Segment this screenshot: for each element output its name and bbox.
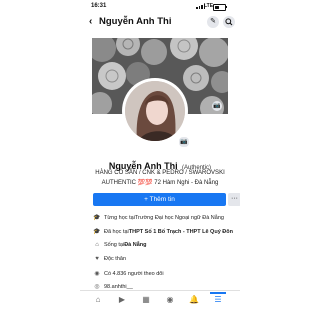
- add-story-button[interactable]: + Thêm tin: [93, 193, 226, 206]
- battery-level: [214, 5, 219, 10]
- detail-prefix: Sống tại: [104, 242, 125, 248]
- notifications-icon[interactable]: 🔔: [188, 294, 200, 306]
- avatar-camera-icon[interactable]: 📷: [178, 136, 190, 148]
- detail-value[interactable]: THPT Số 1 Bố Trạch - THPT Lê Quý Đôn: [129, 229, 233, 235]
- instagram-icon: ◎: [94, 284, 100, 290]
- profile-header: ‹ Nguyễn Anh Thi ✎: [80, 13, 240, 31]
- detail-item-instagram: ◎ 98.anhthi__: [92, 283, 133, 291]
- avatar[interactable]: [125, 81, 185, 141]
- battery-icon: [213, 4, 227, 11]
- graduation-cap-icon: 🎓: [93, 215, 101, 221]
- edit-icon[interactable]: ✎: [207, 16, 219, 28]
- detail-item-followers: ◉ Có 4.836 người theo dõi: [92, 270, 164, 278]
- home-icon: ⌂: [95, 242, 99, 248]
- video-icon[interactable]: ▶: [116, 294, 128, 306]
- marketplace-icon[interactable]: ▦: [140, 294, 152, 306]
- groups-icon[interactable]: ◉: [164, 294, 176, 306]
- back-icon[interactable]: ‹: [89, 16, 92, 28]
- tabbar-divider: [80, 290, 240, 291]
- bio-line-1: HÀNG CÓ SẴN / CNK & PEDRO / SWAROVSKI: [95, 170, 225, 176]
- active-tab-indicator: [210, 292, 226, 294]
- avatar-portrait-image: [125, 81, 185, 141]
- detail-item-education-2: 🎓 Đã học tại THPT Số 1 Bố Trạch - THPT L…: [92, 228, 233, 236]
- search-glyph: [225, 18, 233, 26]
- detail-value: Độc thân: [104, 256, 127, 262]
- detail-prefix[interactable]: 98.anhthi__: [104, 284, 133, 290]
- detail-prefix[interactable]: Có 4.836 người theo dõi: [104, 271, 164, 277]
- rss-icon: ◉: [94, 271, 100, 277]
- app-frame: 16:31 LTE ‹ Nguyễn Anh Thi ✎ 📷 📷 Nguyễn …: [0, 0, 320, 320]
- detail-value[interactable]: Trường Đại học Ngoại ngữ Đà Nẵng: [135, 215, 224, 221]
- detail-item-relationship: ♥ Độc thân: [92, 256, 126, 262]
- search-icon[interactable]: [223, 16, 235, 28]
- detail-item-education-1: 🎓 Từng học tại Trường Đại học Ngoại ngữ …: [92, 214, 224, 222]
- home-icon[interactable]: ⌂: [92, 294, 104, 306]
- more-options-button[interactable]: ···: [228, 193, 240, 206]
- heart-icon: ♥: [95, 256, 99, 262]
- detail-prefix: Từng học tại: [104, 214, 135, 221]
- phone-screen: 16:31 LTE ‹ Nguyễn Anh Thi ✎ 📷 📷 Nguyễn …: [80, 0, 240, 320]
- status-bar: 16:31 LTE: [80, 0, 240, 12]
- graduation-cap-icon: 🎓: [93, 229, 101, 235]
- status-time: 16:31: [91, 3, 107, 9]
- network-label: LTE: [204, 3, 214, 9]
- detail-prefix: Đã học tại: [104, 228, 129, 235]
- page-title: Nguyễn Anh Thi: [99, 16, 172, 27]
- bio-line-2: AUTHENTIC 💯💯 72 Hàm Nghi - Đà Nẵng: [101, 180, 219, 186]
- cover-camera-icon[interactable]: 📷: [212, 101, 222, 111]
- bottom-tab-bar: ⌂ ▶ ▦ ◉ 🔔 ☰: [80, 292, 240, 308]
- menu-icon[interactable]: ☰: [212, 294, 224, 306]
- detail-value[interactable]: Đà Nẵng: [124, 242, 146, 248]
- detail-item-lives-in: ⌂ Sống tại Đà Nẵng: [92, 242, 146, 248]
